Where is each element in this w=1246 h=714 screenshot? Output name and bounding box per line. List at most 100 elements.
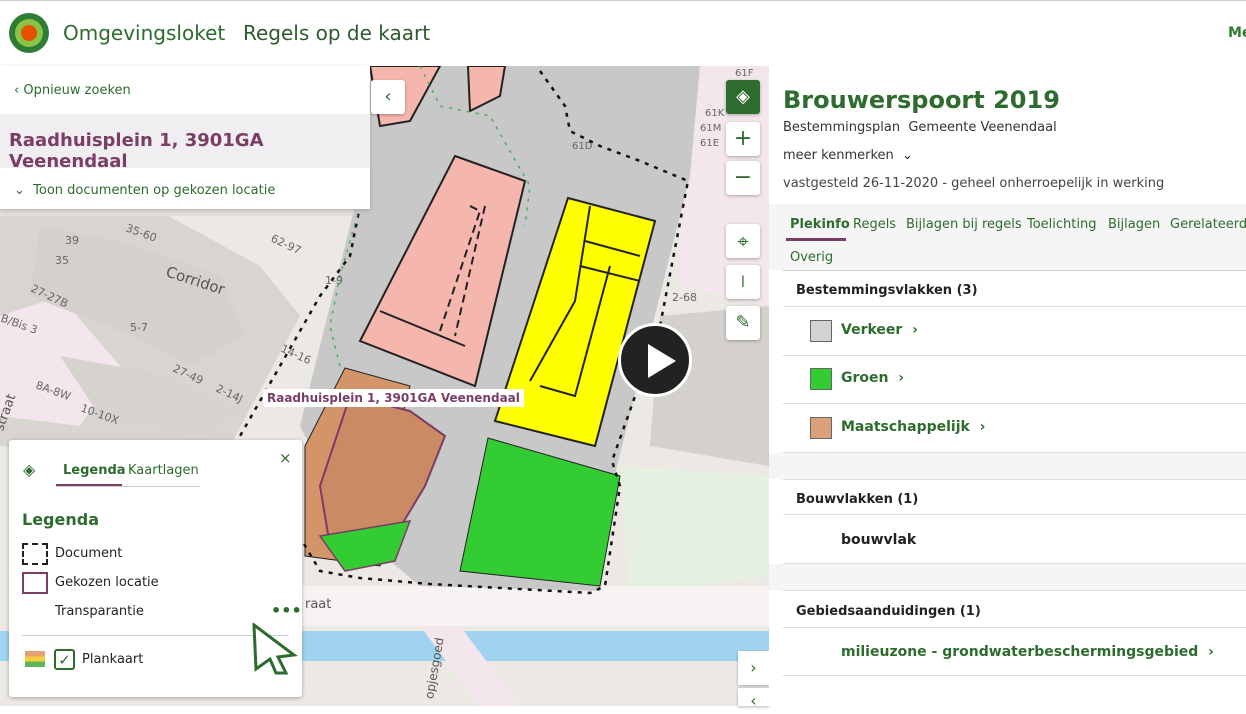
legend-tabs: ◈ Legenda Kaartlagen ×	[9, 440, 302, 488]
selected-address: Raadhuisplein 1, 3901GA Veenendaal	[9, 130, 264, 172]
street-label: 61F	[735, 68, 754, 79]
groen-swatch	[810, 368, 832, 390]
street-label: 61K	[705, 108, 725, 119]
street-label: 5-7	[130, 321, 148, 334]
layers-button[interactable]: ◈	[726, 80, 760, 114]
measure-button[interactable]: 𝍩	[726, 265, 760, 299]
legend-row-gekozen-locatie: Gekozen locatie	[55, 575, 159, 590]
legend-row-transparantie: Transparantie	[55, 604, 144, 619]
item-verkeer[interactable]: Verkeer ›	[841, 322, 918, 338]
street-label: 35	[55, 254, 69, 267]
item-groen-label: Groen	[841, 370, 889, 386]
close-icon[interactable]: ×	[279, 449, 292, 467]
street-label: 2-68	[672, 291, 697, 304]
chevron-down-icon: ⌄	[902, 148, 913, 163]
divider	[783, 403, 1246, 404]
divider	[783, 514, 1246, 515]
street-label: 1-9	[325, 274, 343, 287]
menu-button[interactable]: Me	[1228, 25, 1246, 41]
divider	[783, 627, 1246, 628]
maatschappelijk-swatch	[810, 417, 832, 439]
tab-toelichting[interactable]: Toelichting	[1027, 217, 1097, 232]
tab-legenda[interactable]: Legenda	[56, 463, 126, 487]
next-button[interactable]: ›	[738, 651, 769, 685]
document-symbol	[22, 543, 48, 565]
omgevingsloket-logo[interactable]	[9, 13, 49, 53]
zoom-out-button[interactable]: −	[726, 161, 760, 195]
toon-documenten-label: Toon documenten op gekozen locatie	[33, 183, 276, 198]
tab-bijlagen-bij-regels[interactable]: Bijlagen bij regels	[906, 217, 1022, 232]
section-header-bouwvlakken[interactable]: Bouwvlakken (1)	[796, 492, 918, 507]
toon-documenten-toggle[interactable]: ⌄ Toon documenten op gekozen locatie	[14, 183, 275, 198]
legend-heading: Legenda	[22, 510, 99, 529]
tab-bijlagen[interactable]: Bijlagen	[1108, 217, 1160, 232]
item-bouwvlak: bouwvlak	[841, 532, 917, 548]
item-milieuzone[interactable]: milieuzone - grondwaterbeschermingsgebie…	[841, 644, 1214, 660]
chevron-right-icon: ›	[912, 322, 918, 338]
chevron-right-icon: ›	[979, 419, 986, 435]
meer-kenmerken-toggle[interactable]: meer kenmerken ⌄	[783, 148, 913, 163]
plankaart-checkbox[interactable]: ✓	[54, 649, 75, 670]
app-title: Regels op de kaart	[243, 21, 431, 45]
divider	[783, 479, 1246, 480]
gekozen-locatie-symbol	[22, 572, 48, 594]
section-header-bestemmingsvlakken[interactable]: Bestemmingsvlakken (3)	[796, 283, 978, 298]
plan-status: vastgesteld 26-11-2020 - geheel onherroe…	[783, 176, 1165, 191]
section-gap	[769, 453, 1246, 479]
plan-type: Bestemmingsplan	[783, 120, 901, 135]
tab-divider	[783, 270, 1246, 271]
verkeer-swatch	[810, 320, 832, 342]
plankaart-label: Plankaart	[82, 652, 144, 667]
map-location-label: Raadhuisplein 1, 3901GA Veenendaal	[263, 389, 524, 407]
street-label: 61M	[700, 123, 721, 134]
search-panel: ‹ Opnieuw zoeken Raadhuisplein 1, 3901GA…	[0, 66, 370, 209]
prev-button[interactable]: ‹	[738, 688, 769, 710]
crosshair-icon: ⌖	[737, 229, 749, 253]
item-maatschappelijk[interactable]: Maatschappelijk ›	[841, 419, 985, 435]
zoom-in-button[interactable]: +	[726, 122, 760, 156]
tab-gerelateerd[interactable]: Gerelateerd	[1170, 217, 1246, 232]
layers-icon: ◈	[736, 86, 750, 107]
legend-divider	[22, 635, 288, 636]
item-verkeer-label: Verkeer	[841, 322, 903, 338]
collapse-panel-button[interactable]: ‹	[371, 80, 405, 114]
opnieuw-zoeken-link[interactable]: ‹ Opnieuw zoeken	[14, 83, 131, 98]
mouse-pointer-icon	[252, 623, 298, 675]
section-gap	[769, 564, 1246, 590]
brand-prefix: Omgevings	[63, 21, 177, 45]
plan-info-panel: Brouwerspoort 2019 Bestemmingsplan Gemee…	[769, 66, 1246, 706]
ruler-icon: 𝍩	[741, 272, 745, 291]
section-header-gebiedsaanduidingen[interactable]: Gebiedsaanduidingen (1)	[796, 604, 981, 619]
divider	[783, 590, 1246, 591]
meer-kenmerken-label: meer kenmerken	[783, 148, 894, 163]
item-maatschappelijk-label: Maatschappelijk	[841, 419, 970, 435]
plan-subtitle: Bestemmingsplan Gemeente Veenendaal	[783, 120, 1057, 135]
plankaart-icon	[25, 651, 45, 667]
top-bar: Omgevingsloket Regels op de kaart Me	[0, 0, 1246, 66]
brand-name[interactable]: Omgevingsloket	[63, 21, 225, 45]
chevron-right-icon: ›	[1208, 644, 1214, 660]
locate-button[interactable]: ⌖	[726, 224, 760, 258]
tab-kaartlagen[interactable]: Kaartlagen	[128, 463, 199, 478]
divider	[783, 355, 1246, 356]
play-video-button[interactable]	[618, 323, 692, 397]
legend-row-document: Document	[55, 546, 123, 561]
chevron-right-icon: ›	[898, 370, 905, 386]
tab-divider	[56, 486, 200, 487]
street-label: 39	[65, 234, 79, 247]
divider	[783, 675, 1246, 676]
layers-icon: ◈	[23, 460, 36, 479]
more-options-button[interactable]: •••	[271, 601, 302, 620]
item-milieuzone-label: milieuzone - grondwaterbeschermingsgebie…	[841, 644, 1199, 660]
brand-suffix: loket	[176, 21, 226, 45]
plan-organisation: Gemeente Veenendaal	[908, 120, 1057, 135]
street-label: raat	[305, 597, 331, 612]
street-label: 61E	[700, 138, 719, 149]
item-groen[interactable]: Groen ›	[841, 370, 904, 386]
street-label: 61D	[572, 141, 593, 152]
tab-overig[interactable]: Overig	[790, 250, 833, 265]
tab-plekinfo[interactable]: Plekinfo	[786, 217, 850, 241]
draw-button[interactable]: ✎	[726, 306, 760, 340]
divider	[783, 306, 1246, 307]
tab-regels[interactable]: Regels	[853, 217, 896, 232]
